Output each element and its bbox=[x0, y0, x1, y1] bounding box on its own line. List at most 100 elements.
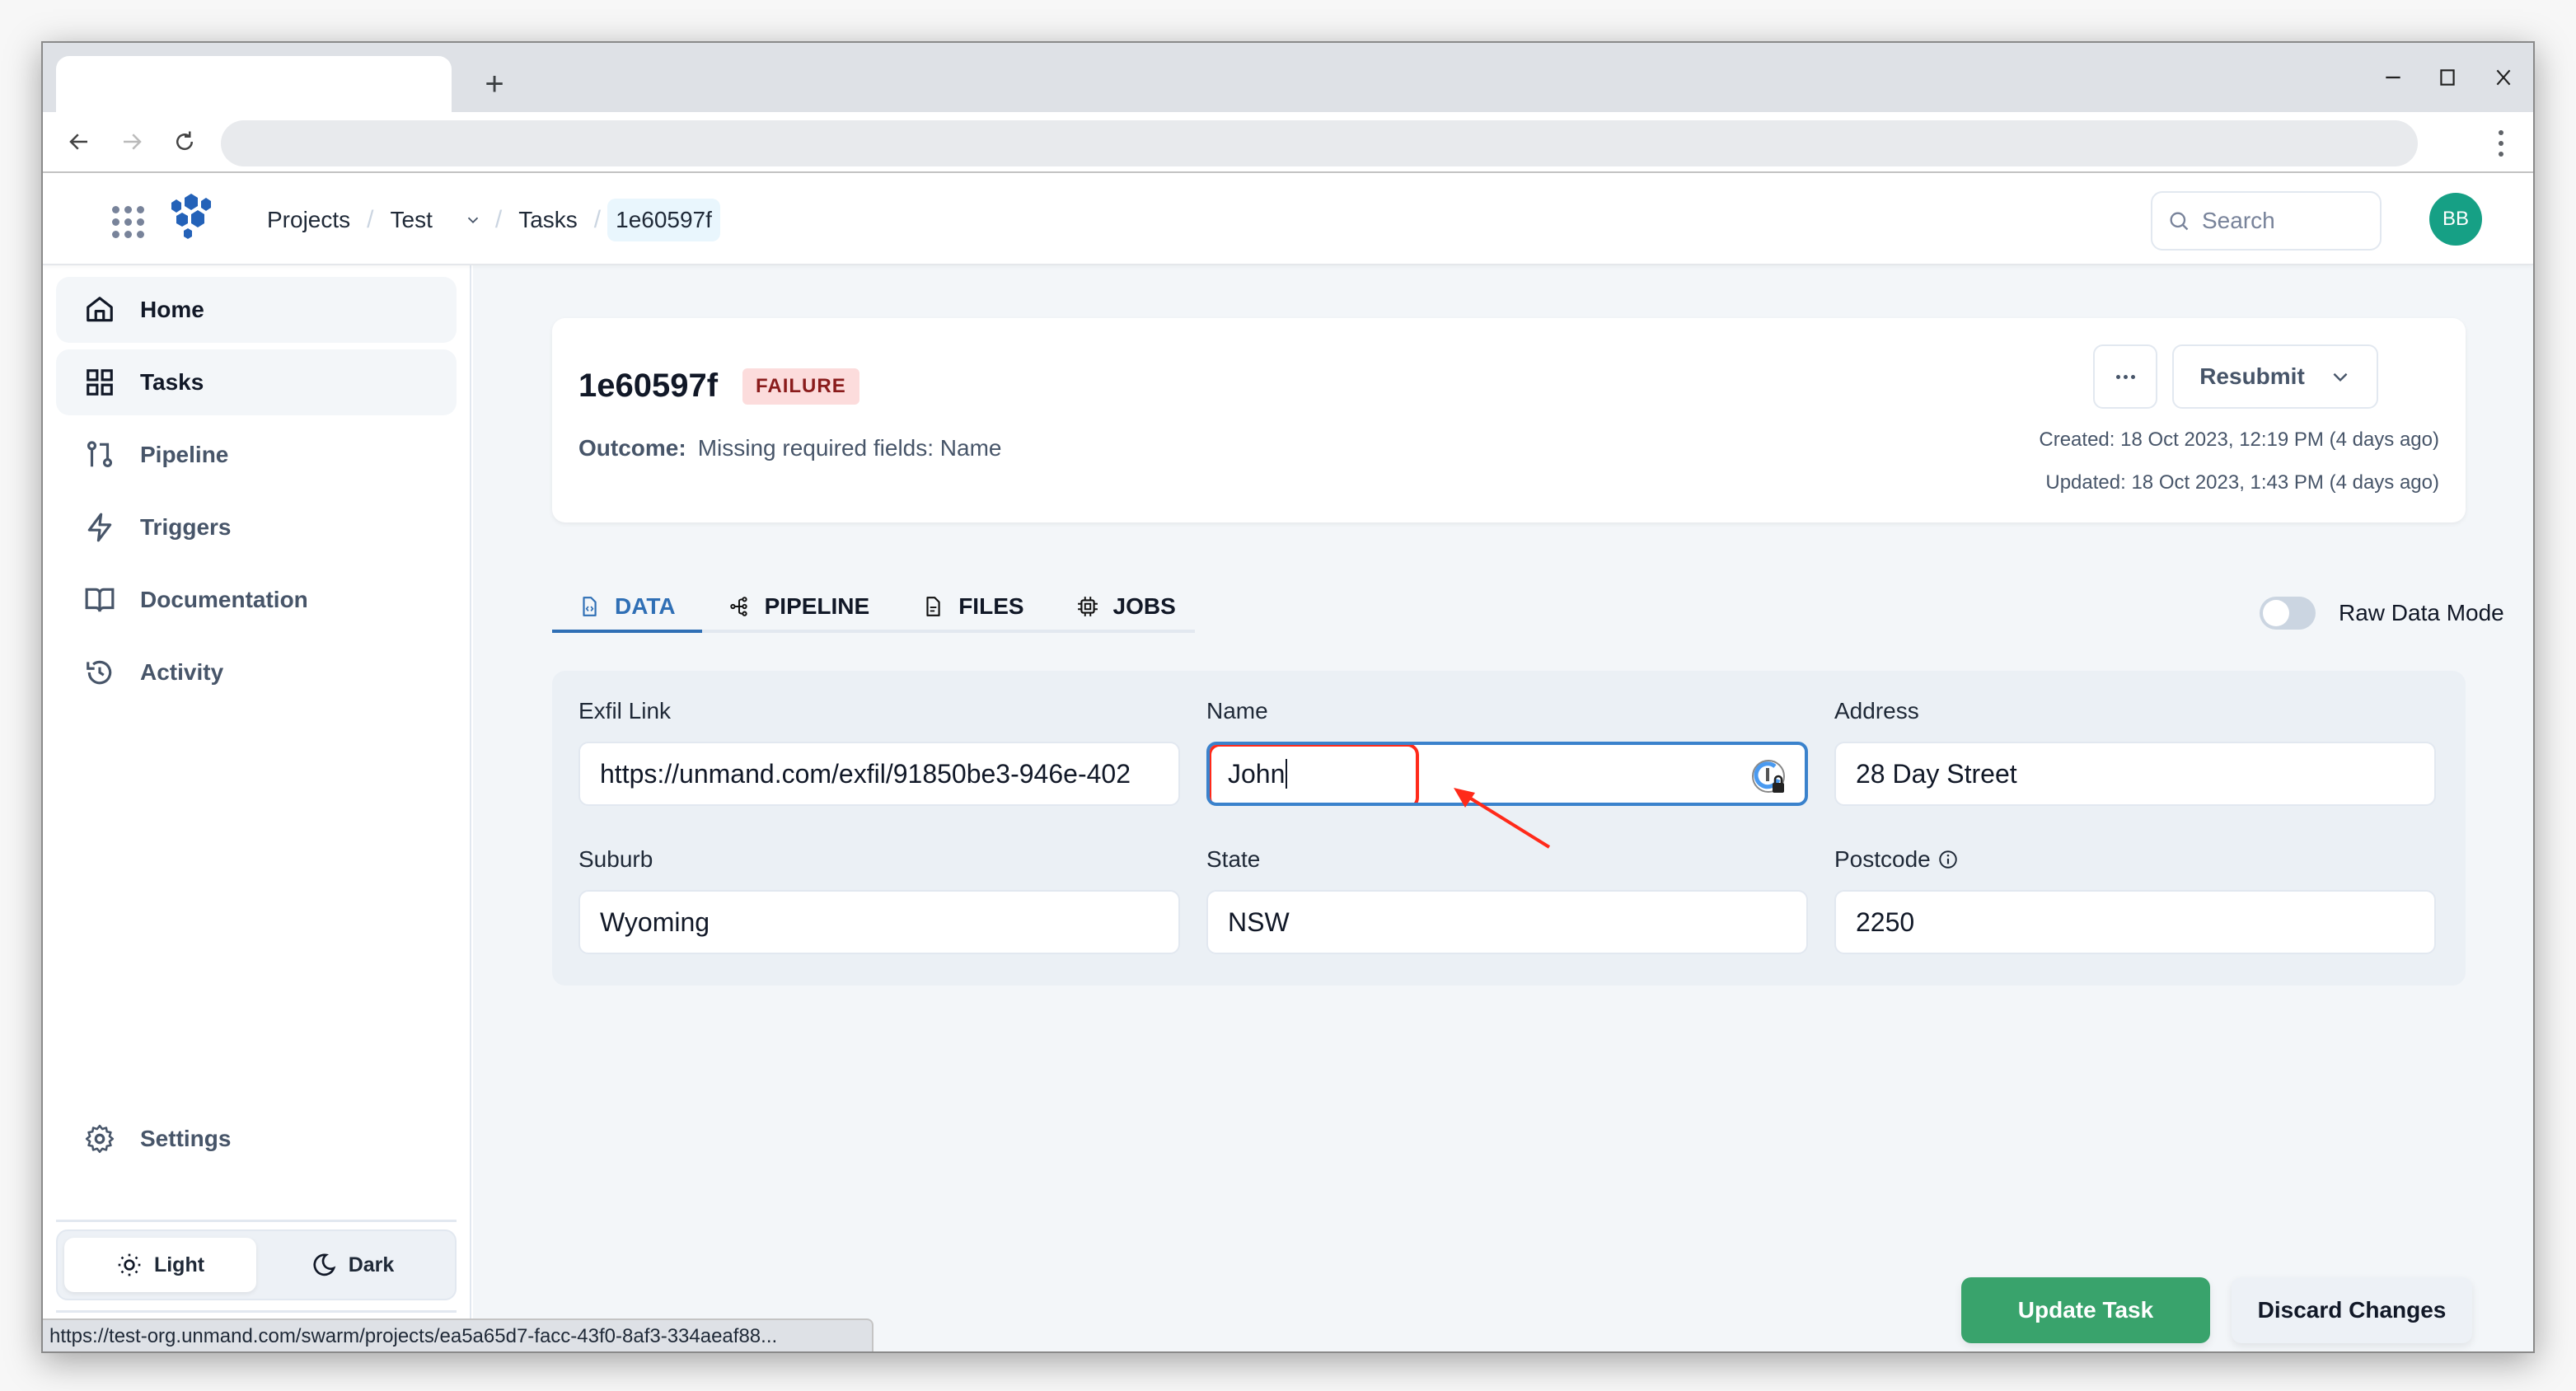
sidebar-item-tasks[interactable]: Tasks bbox=[56, 349, 457, 415]
theme-light-button[interactable]: Light bbox=[64, 1238, 256, 1292]
browser-menu-button[interactable] bbox=[2489, 125, 2513, 162]
postcode-input[interactable]: 2250 bbox=[1834, 890, 2436, 954]
created-timestamp: Created: 18 Oct 2023, 12:19 PM (4 days a… bbox=[2039, 429, 2439, 451]
close-icon bbox=[2496, 69, 2511, 86]
git-pull-request-icon bbox=[87, 441, 113, 468]
maximize-button[interactable] bbox=[2423, 54, 2472, 101]
breadcrumb: Projects / Test / Tasks / 1e60597f bbox=[257, 198, 720, 242]
sidebar-item-activity[interactable]: Activity bbox=[56, 639, 457, 705]
updated-timestamp: Updated: 18 Oct 2023, 1:43 PM (4 days ag… bbox=[2045, 471, 2439, 494]
sun-icon bbox=[118, 1253, 141, 1276]
field-state: State NSW bbox=[1206, 845, 1808, 954]
reload-button[interactable] bbox=[166, 124, 203, 160]
gear-icon bbox=[85, 1124, 115, 1154]
raw-data-mode-toggle[interactable] bbox=[2260, 597, 2316, 630]
tab-files[interactable]: FILES bbox=[896, 583, 1050, 630]
book-icon bbox=[85, 588, 115, 612]
password-manager-icon[interactable] bbox=[1750, 758, 1788, 796]
info-icon[interactable] bbox=[1937, 849, 1959, 870]
apps-grid-icon[interactable] bbox=[107, 201, 144, 238]
arrow-right-icon bbox=[124, 133, 142, 150]
task-summary-card: 1e60597f FAILURE Outcome: Missing require… bbox=[552, 318, 2466, 522]
tab-label: FILES bbox=[958, 593, 1024, 619]
sidebar: Home Tasks Pipeline Triggers Documentati… bbox=[43, 265, 471, 1351]
field-label: State bbox=[1206, 846, 1261, 872]
minimize-icon bbox=[2386, 76, 2400, 79]
breadcrumb-current-task[interactable]: 1e60597f bbox=[607, 199, 720, 241]
file-code-icon bbox=[583, 597, 597, 616]
task-tabs: DATA PIPELINE FILES JOBS bbox=[552, 583, 1195, 633]
close-window-button[interactable] bbox=[2479, 54, 2528, 101]
raw-data-mode-control: Raw Data Mode bbox=[2260, 597, 2504, 630]
suburb-input[interactable]: Wyoming bbox=[578, 890, 1180, 954]
browser-tab[interactable] bbox=[56, 56, 452, 112]
sidebar-item-settings[interactable]: Settings bbox=[56, 1106, 457, 1172]
moon-icon bbox=[313, 1253, 336, 1276]
arrow-left-icon bbox=[69, 133, 87, 150]
sidebar-item-label: Settings bbox=[140, 1126, 232, 1151]
tab-jobs[interactable]: JOBS bbox=[1051, 583, 1202, 630]
app-header: Projects / Test / Tasks / 1e60597f Searc… bbox=[43, 173, 2533, 265]
sidebar-item-label: Activity bbox=[140, 659, 224, 685]
search-input[interactable]: Search bbox=[2151, 191, 2382, 251]
sidebar-item-pipeline[interactable]: Pipeline bbox=[56, 422, 457, 488]
outcome-label: Outcome: bbox=[578, 435, 686, 461]
field-label: Name bbox=[1206, 698, 1268, 724]
browser-tab-bar: + bbox=[43, 43, 2533, 112]
tab-label: PIPELINE bbox=[764, 593, 870, 619]
back-button[interactable] bbox=[61, 124, 97, 160]
tab-label: JOBS bbox=[1112, 593, 1176, 619]
maximize-icon bbox=[2440, 69, 2455, 86]
text-caret bbox=[1286, 759, 1288, 789]
task-outcome: Outcome: Missing required fields: Name bbox=[578, 435, 1002, 461]
lightning-icon bbox=[87, 513, 112, 542]
name-input-value: John bbox=[1228, 758, 1286, 789]
breadcrumb-project-test[interactable]: Test bbox=[381, 207, 443, 233]
grid-icon bbox=[87, 369, 113, 396]
ellipsis-icon bbox=[2115, 374, 2120, 379]
sidebar-item-label: Triggers bbox=[140, 514, 232, 540]
sidebar-item-triggers[interactable]: Triggers bbox=[56, 494, 457, 560]
forward-button[interactable] bbox=[114, 124, 150, 160]
search-icon bbox=[2170, 212, 2189, 231]
sidebar-item-home[interactable]: Home bbox=[56, 277, 457, 343]
sidebar-item-label: Home bbox=[140, 297, 204, 322]
breadcrumb-tasks[interactable]: Tasks bbox=[508, 207, 588, 233]
new-tab-button[interactable]: + bbox=[471, 61, 518, 107]
field-name: Name John bbox=[1206, 697, 1808, 806]
minimize-button[interactable] bbox=[2368, 54, 2418, 101]
user-avatar[interactable]: BB bbox=[2429, 193, 2482, 246]
theme-dark-label: Dark bbox=[348, 1253, 395, 1276]
browser-toolbar bbox=[43, 112, 2533, 173]
state-input[interactable]: NSW bbox=[1206, 890, 1808, 954]
more-options-button[interactable] bbox=[2093, 344, 2157, 409]
sidebar-item-documentation[interactable]: Documentation bbox=[56, 567, 457, 633]
discard-changes-button[interactable]: Discard Changes bbox=[2232, 1277, 2472, 1343]
home-icon bbox=[87, 297, 113, 322]
address-bar[interactable] bbox=[221, 120, 2418, 166]
theme-dark-button[interactable]: Dark bbox=[256, 1238, 448, 1292]
field-label: Address bbox=[1834, 698, 1919, 724]
tab-pipeline[interactable]: PIPELINE bbox=[702, 583, 897, 630]
chevron-down-icon bbox=[2333, 372, 2348, 382]
theme-switcher: Light Dark bbox=[56, 1229, 457, 1300]
task-id-title: 1e60597f bbox=[578, 368, 719, 404]
sidebar-divider bbox=[56, 1310, 457, 1313]
name-input[interactable]: John bbox=[1206, 742, 1808, 806]
resubmit-label: Resubmit bbox=[2199, 363, 2305, 389]
field-label: Suburb bbox=[578, 846, 653, 872]
exfil-link-input[interactable]: https://unmand.com/exfil/91850be3-946e-4… bbox=[578, 742, 1180, 806]
field-exfil-link: Exfil Link https://unmand.com/exfil/9185… bbox=[578, 697, 1180, 806]
breadcrumb-projects[interactable]: Projects bbox=[257, 207, 360, 233]
update-task-button[interactable]: Update Task bbox=[1961, 1277, 2210, 1343]
chevron-down-icon[interactable] bbox=[464, 211, 482, 229]
brand-logo[interactable] bbox=[165, 193, 221, 247]
address-input[interactable]: 28 Day Street bbox=[1834, 742, 2436, 806]
outcome-value: Missing required fields: Name bbox=[697, 435, 1002, 461]
postcode-label: Postcode bbox=[1834, 846, 1931, 872]
sidebar-item-label: Pipeline bbox=[140, 442, 229, 467]
resubmit-button[interactable]: Resubmit bbox=[2172, 344, 2378, 409]
link-status-bar: https://test-org.unmand.com/swarm/projec… bbox=[43, 1318, 873, 1351]
pipeline-icon bbox=[729, 597, 747, 616]
tab-data[interactable]: DATA bbox=[552, 583, 702, 633]
